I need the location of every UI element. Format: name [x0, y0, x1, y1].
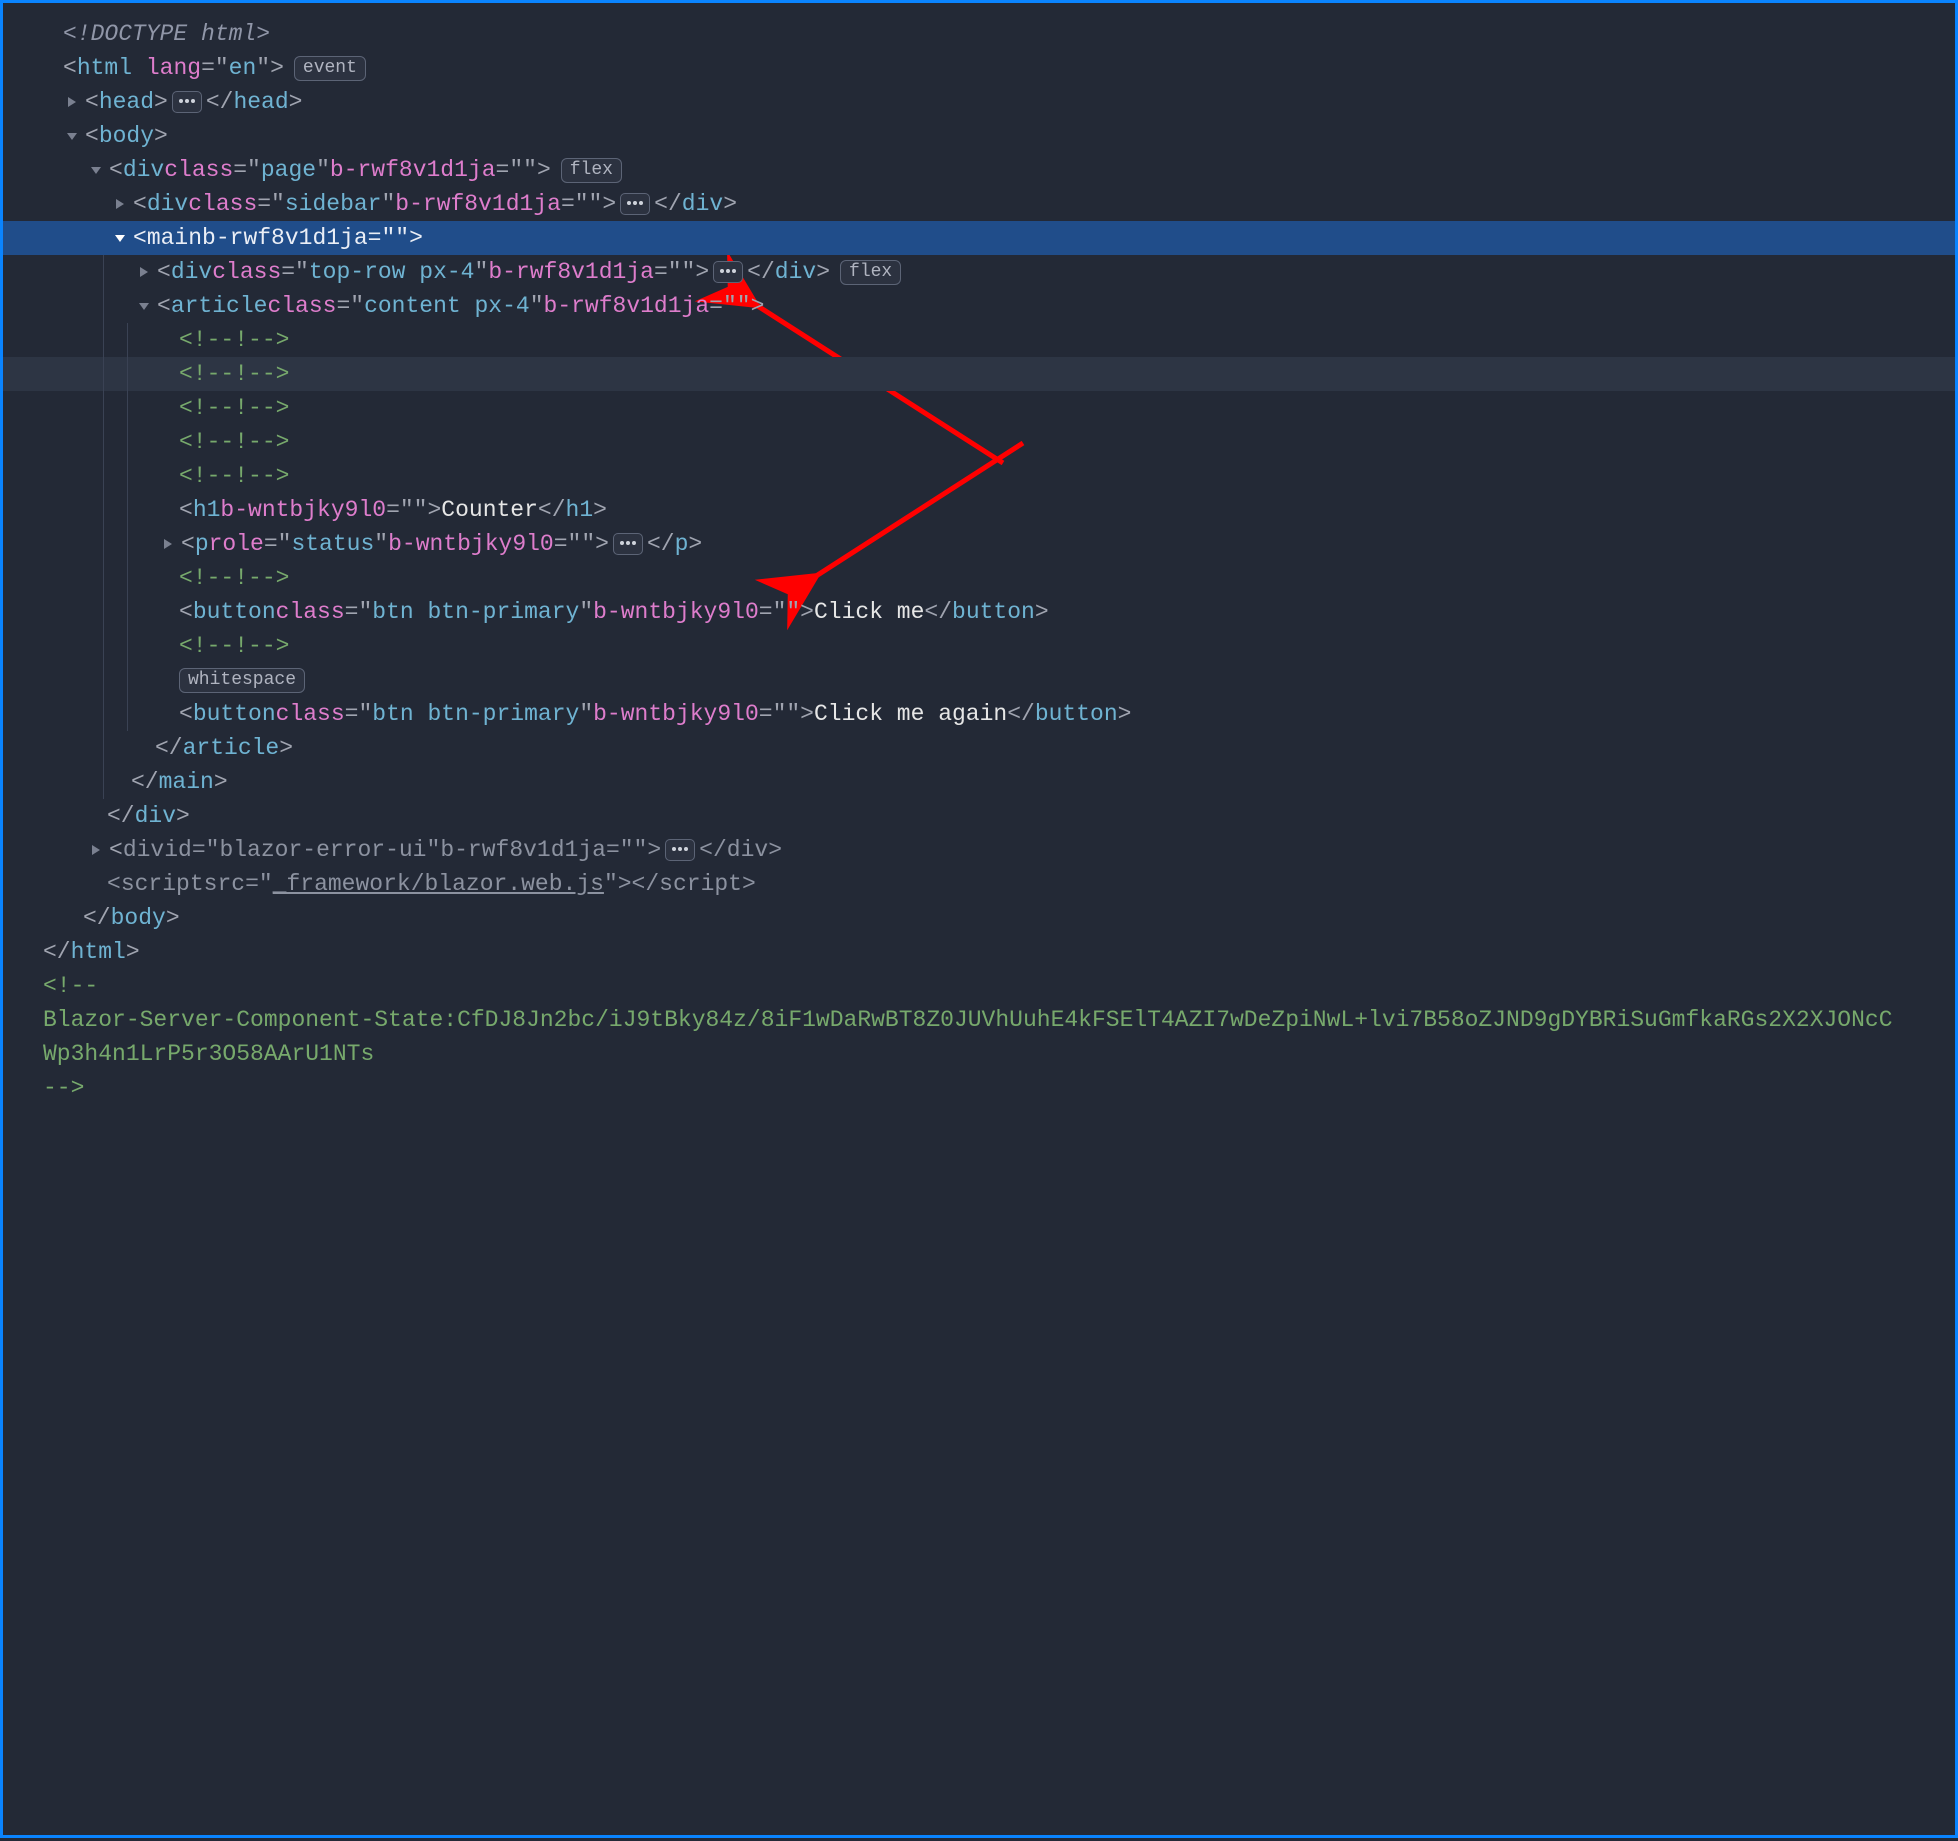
tree-row-comment[interactable]: <!--!-->: [3, 391, 1955, 425]
tree-row-error-ui[interactable]: <div id="blazor-error-ui" b-rwf8v1d1ja="…: [3, 833, 1955, 867]
collapse-toggle-icon[interactable]: [113, 231, 131, 245]
tree-row-doctype[interactable]: <!DOCTYPE html>: [3, 17, 1955, 51]
tree-row-button-2[interactable]: <button class="btn btn-primary" b-wntbjk…: [3, 697, 1955, 731]
tree-row-comment[interactable]: <!--!-->: [3, 357, 1955, 391]
doctype-text: <!DOCTYPE html>: [63, 17, 270, 51]
html-open: <html lang="en">: [63, 51, 284, 85]
devtools-dom-panel[interactable]: <!DOCTYPE html> <html lang="en"> event <…: [0, 0, 1958, 1838]
tree-row-state-close[interactable]: -->: [3, 1071, 1955, 1105]
event-badge[interactable]: event: [294, 56, 366, 81]
tree-row-comment[interactable]: <!--!-->: [3, 561, 1955, 595]
tree-row-div-sidebar[interactable]: <div class="sidebar" b-rwf8v1d1ja=""> </…: [3, 187, 1955, 221]
expand-toggle-icon[interactable]: [89, 843, 107, 857]
collapse-toggle-icon[interactable]: [65, 129, 83, 143]
ellipsis-icon[interactable]: [665, 839, 695, 861]
tree-row-h1[interactable]: <h1 b-wntbjky9l0="">Counter</h1>: [3, 493, 1955, 527]
tree-row-state-open[interactable]: <!--: [3, 969, 1955, 1003]
expand-toggle-icon[interactable]: [161, 537, 179, 551]
dom-tree[interactable]: <!DOCTYPE html> <html lang="en"> event <…: [3, 3, 1955, 1105]
tree-row-main-close[interactable]: </main>: [3, 765, 1955, 799]
tree-row-body-close[interactable]: </body>: [3, 901, 1955, 935]
tree-row-div-page[interactable]: <div class="page" b-rwf8v1d1ja=""> flex: [3, 153, 1955, 187]
tree-row-div-page-close[interactable]: </div>: [3, 799, 1955, 833]
tree-row-button-1[interactable]: <button class="btn btn-primary" b-wntbjk…: [3, 595, 1955, 629]
tree-row-head[interactable]: <head> </head>: [3, 85, 1955, 119]
tree-row-script[interactable]: <script src="_framework/blazor.web.js"><…: [3, 867, 1955, 901]
tree-row-article[interactable]: <article class="content px-4" b-rwf8v1d1…: [3, 289, 1955, 323]
tree-row-html-open[interactable]: <html lang="en"> event: [3, 51, 1955, 85]
whitespace-badge[interactable]: whitespace: [179, 668, 305, 693]
flex-badge[interactable]: flex: [840, 260, 901, 285]
tree-row-p-status[interactable]: <p role="status" b-wntbjky9l0=""> </p>: [3, 527, 1955, 561]
tree-row-article-close[interactable]: </article>: [3, 731, 1955, 765]
tree-row-comment[interactable]: <!--!-->: [3, 323, 1955, 357]
tree-row-comment[interactable]: <!--!-->: [3, 425, 1955, 459]
tree-row-body-open[interactable]: <body>: [3, 119, 1955, 153]
tree-row-comment[interactable]: <!--!-->: [3, 629, 1955, 663]
collapse-toggle-icon[interactable]: [89, 163, 107, 177]
expand-toggle-icon[interactable]: [137, 265, 155, 279]
tree-row-comment[interactable]: <!--!-->: [3, 459, 1955, 493]
tree-row-whitespace[interactable]: whitespace: [3, 663, 1955, 697]
tree-row-div-toprow[interactable]: <div class="top-row px-4" b-rwf8v1d1ja="…: [3, 255, 1955, 289]
ellipsis-icon[interactable]: [172, 91, 202, 113]
expand-toggle-icon[interactable]: [65, 95, 83, 109]
ellipsis-icon[interactable]: [620, 193, 650, 215]
ellipsis-icon[interactable]: [713, 261, 743, 283]
expand-toggle-icon[interactable]: [113, 197, 131, 211]
tree-row-state-text[interactable]: Blazor-Server-Component-State:CfDJ8Jn2bc…: [3, 1003, 1955, 1071]
flex-badge[interactable]: flex: [561, 158, 622, 183]
tree-row-main[interactable]: <main b-rwf8v1d1ja="">: [3, 221, 1955, 255]
tree-row-html-close[interactable]: </html>: [3, 935, 1955, 969]
ellipsis-icon[interactable]: [613, 533, 643, 555]
collapse-toggle-icon[interactable]: [137, 299, 155, 313]
